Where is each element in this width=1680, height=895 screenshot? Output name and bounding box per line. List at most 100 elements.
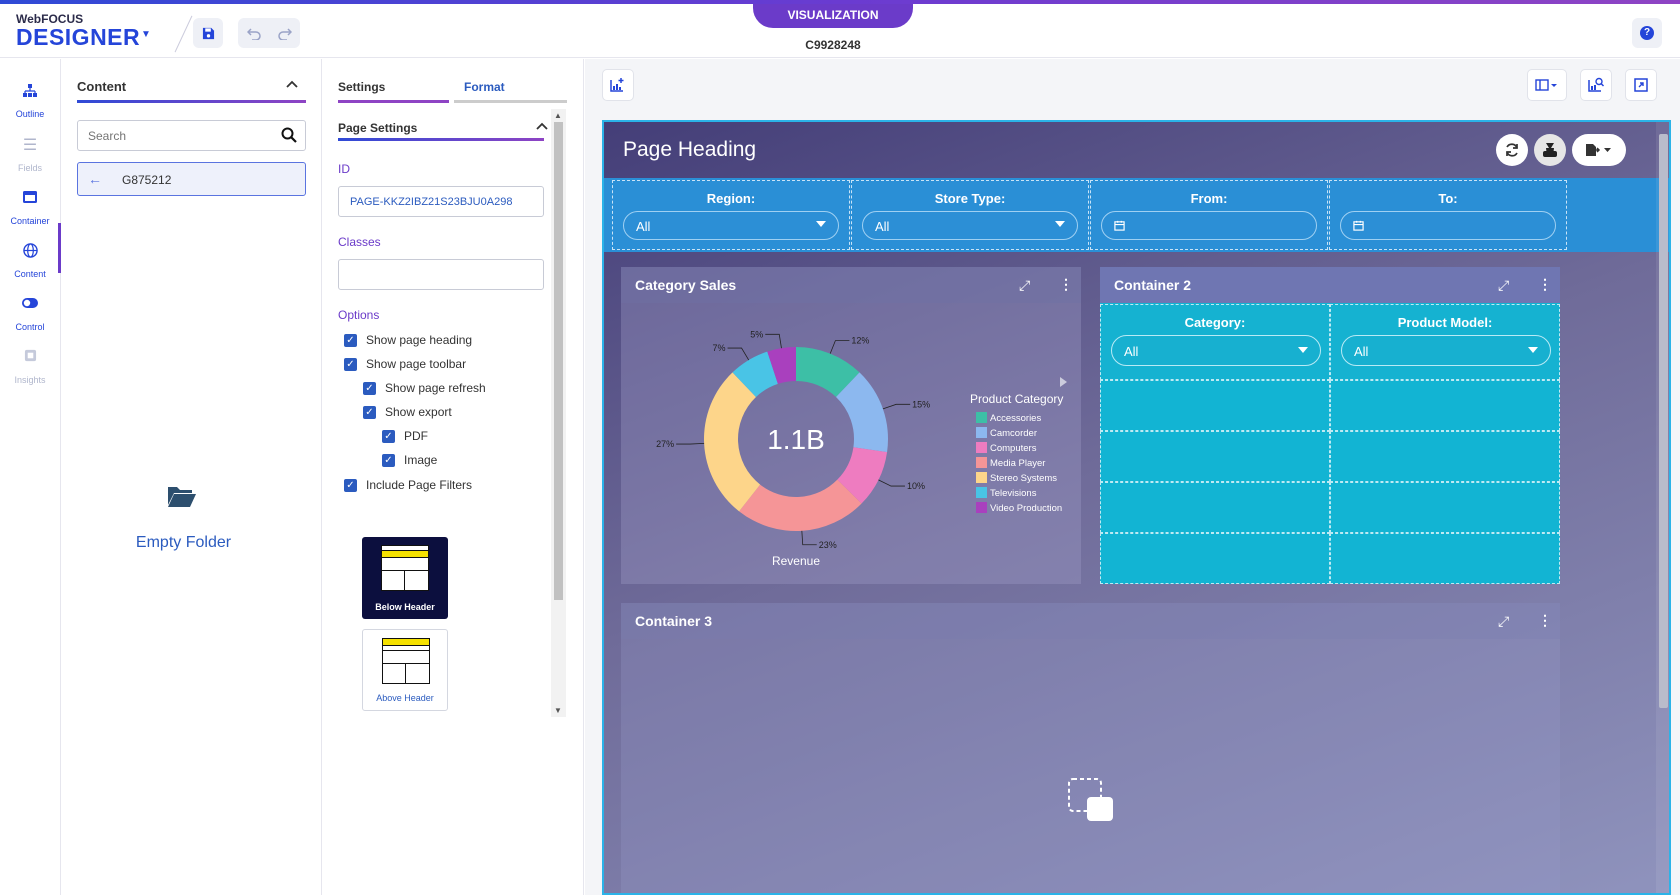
region-select[interactable]: All bbox=[623, 211, 839, 240]
container-category-sales[interactable]: Category Sales ⤢ ⋮ 12% 15% 10% 23% 27% 7% 5% 1.… bbox=[621, 267, 1081, 584]
nav-container[interactable]: Container bbox=[0, 178, 60, 234]
preview-chart-button[interactable] bbox=[1580, 69, 1612, 101]
legend-swatch[interactable] bbox=[976, 502, 987, 513]
container-2[interactable]: Container 2 ⤢ ⋮ Category: All Product Mo… bbox=[1100, 267, 1560, 584]
scroll-thumb[interactable] bbox=[1659, 134, 1668, 708]
thumb-label: Above Header bbox=[376, 693, 434, 703]
store-type-select[interactable]: All bbox=[862, 211, 1078, 240]
collapse-chevron-icon[interactable] bbox=[536, 117, 548, 133]
select-value: All bbox=[1354, 344, 1369, 359]
filter-position-above-header[interactable]: Above Header bbox=[362, 629, 448, 711]
filter-from: From: bbox=[1090, 180, 1328, 250]
empty-grid-cell[interactable] bbox=[1100, 380, 1330, 431]
page-canvas[interactable]: Page Heading Region: All Store Type: All… bbox=[602, 120, 1671, 895]
filter-toggle-button[interactable] bbox=[1534, 134, 1566, 166]
to-date-input[interactable] bbox=[1340, 211, 1556, 240]
legend-swatch[interactable] bbox=[976, 472, 987, 483]
collapse-chevron-icon[interactable] bbox=[286, 75, 298, 91]
option-show-page-toolbar[interactable]: ✓ Show page toolbar bbox=[344, 356, 466, 372]
search-input[interactable] bbox=[78, 121, 268, 150]
category-select[interactable]: All bbox=[1111, 335, 1321, 366]
legend-swatch[interactable] bbox=[976, 487, 987, 498]
scroll-thumb[interactable] bbox=[554, 122, 563, 600]
checkbox-checked-icon[interactable]: ✓ bbox=[382, 453, 395, 467]
expand-icon[interactable]: ⤢ bbox=[1498, 613, 1509, 630]
legend-item-label[interactable]: Media Player bbox=[990, 458, 1045, 469]
option-label: Show page toolbar bbox=[366, 357, 467, 371]
product-model-select[interactable]: All bbox=[1341, 335, 1551, 366]
option-show-export[interactable]: ✓ Show export bbox=[363, 404, 452, 420]
empty-grid-cell[interactable] bbox=[1330, 380, 1560, 431]
brand-caret-icon[interactable]: ▼ bbox=[141, 29, 151, 40]
legend-swatch[interactable] bbox=[976, 442, 987, 453]
layout-dropdown-button[interactable] bbox=[1527, 69, 1567, 101]
legend-item-label[interactable]: Stereo Systems bbox=[990, 473, 1057, 484]
more-options-icon[interactable]: ⋮ bbox=[1538, 276, 1552, 293]
checkbox-checked-icon[interactable]: ✓ bbox=[344, 333, 357, 347]
brand-title[interactable]: DESIGNER bbox=[16, 24, 140, 51]
empty-grid-cell[interactable] bbox=[1330, 482, 1560, 533]
scroll-down-icon[interactable]: ▼ bbox=[554, 706, 562, 715]
checkbox-checked-icon[interactable]: ✓ bbox=[363, 405, 376, 419]
nav-outline[interactable]: Outline bbox=[0, 71, 60, 127]
checkbox-checked-icon[interactable]: ✓ bbox=[344, 478, 357, 492]
legend-item-label[interactable]: Computers bbox=[990, 443, 1037, 454]
legend-item-label[interactable]: Video Production bbox=[990, 503, 1062, 514]
nav-insights[interactable]: Insights bbox=[0, 337, 60, 393]
container-3[interactable]: Container 3 ⤢ ⋮ bbox=[621, 603, 1560, 893]
empty-grid-cell[interactable] bbox=[1100, 431, 1330, 482]
scroll-up-icon[interactable]: ▲ bbox=[554, 111, 562, 120]
nav-fields[interactable]: ☰ Fields bbox=[0, 125, 60, 181]
data-label: 27% bbox=[656, 439, 674, 449]
empty-grid-cell[interactable] bbox=[1330, 533, 1560, 584]
visualization-mode-tab[interactable]: VISUALIZATION bbox=[753, 4, 913, 28]
folder-back-row[interactable]: ← G875212 bbox=[77, 162, 306, 196]
legend-swatch[interactable] bbox=[976, 427, 987, 438]
fullscreen-button[interactable] bbox=[1625, 69, 1657, 101]
tab-format[interactable]: Format bbox=[464, 80, 505, 94]
checkbox-checked-icon[interactable]: ✓ bbox=[344, 357, 357, 371]
card-title: Container 3 bbox=[635, 613, 713, 629]
option-image[interactable]: ✓ Image bbox=[382, 452, 437, 468]
legend-swatch[interactable] bbox=[976, 412, 987, 423]
legend-item-label[interactable]: Accessories bbox=[990, 413, 1041, 424]
option-show-page-heading[interactable]: ✓ Show page heading bbox=[344, 332, 472, 348]
center-total-label: 1.1B bbox=[767, 424, 825, 455]
page-heading[interactable]: Page Heading bbox=[623, 138, 756, 162]
legend-scroll-arrow-icon[interactable] bbox=[1060, 377, 1067, 387]
empty-grid-cell[interactable] bbox=[1100, 533, 1330, 584]
undo-icon[interactable] bbox=[246, 26, 261, 40]
filter-position-below-header[interactable]: Below Header bbox=[362, 537, 448, 619]
settings-scrollbar[interactable]: ▲ ▼ bbox=[551, 109, 566, 717]
outline-icon bbox=[0, 83, 60, 101]
canvas-scrollbar[interactable] bbox=[1656, 122, 1669, 893]
nav-content[interactable]: Content bbox=[0, 231, 60, 287]
from-date-input[interactable] bbox=[1101, 211, 1317, 240]
option-include-page-filters[interactable]: ✓ Include Page Filters bbox=[344, 477, 472, 493]
empty-grid-cell[interactable] bbox=[1100, 482, 1330, 533]
classes-field[interactable] bbox=[338, 259, 544, 290]
classes-label: Classes bbox=[338, 235, 381, 249]
donut-slice-stereo-systems[interactable] bbox=[704, 372, 761, 512]
legend-item-label[interactable]: Televisions bbox=[990, 488, 1037, 499]
export-dropdown-button[interactable] bbox=[1572, 134, 1626, 166]
back-arrow-icon[interactable]: ← bbox=[88, 171, 102, 187]
save-button[interactable] bbox=[193, 18, 223, 48]
nav-control[interactable]: Control bbox=[0, 284, 60, 340]
add-chart-button[interactable] bbox=[602, 69, 634, 101]
option-pdf[interactable]: ✓ PDF bbox=[382, 428, 428, 444]
legend-item-label[interactable]: Camcorder bbox=[990, 428, 1037, 439]
checkbox-checked-icon[interactable]: ✓ bbox=[363, 381, 376, 395]
id-field[interactable]: PAGE-KKZ2IBZ21S23BJU0A298 bbox=[338, 186, 544, 217]
refresh-button[interactable] bbox=[1496, 134, 1528, 166]
checkbox-checked-icon[interactable]: ✓ bbox=[382, 429, 395, 443]
help-button[interactable]: ? bbox=[1632, 18, 1662, 48]
empty-grid-cell[interactable] bbox=[1330, 431, 1560, 482]
option-show-page-refresh[interactable]: ✓ Show page refresh bbox=[363, 380, 486, 396]
legend-swatch[interactable] bbox=[976, 457, 987, 468]
search-icon[interactable] bbox=[281, 127, 297, 143]
expand-icon[interactable]: ⤢ bbox=[1498, 277, 1509, 294]
more-options-icon[interactable]: ⋮ bbox=[1538, 612, 1552, 629]
tab-settings[interactable]: Settings bbox=[338, 80, 385, 94]
redo-icon[interactable] bbox=[277, 26, 292, 40]
